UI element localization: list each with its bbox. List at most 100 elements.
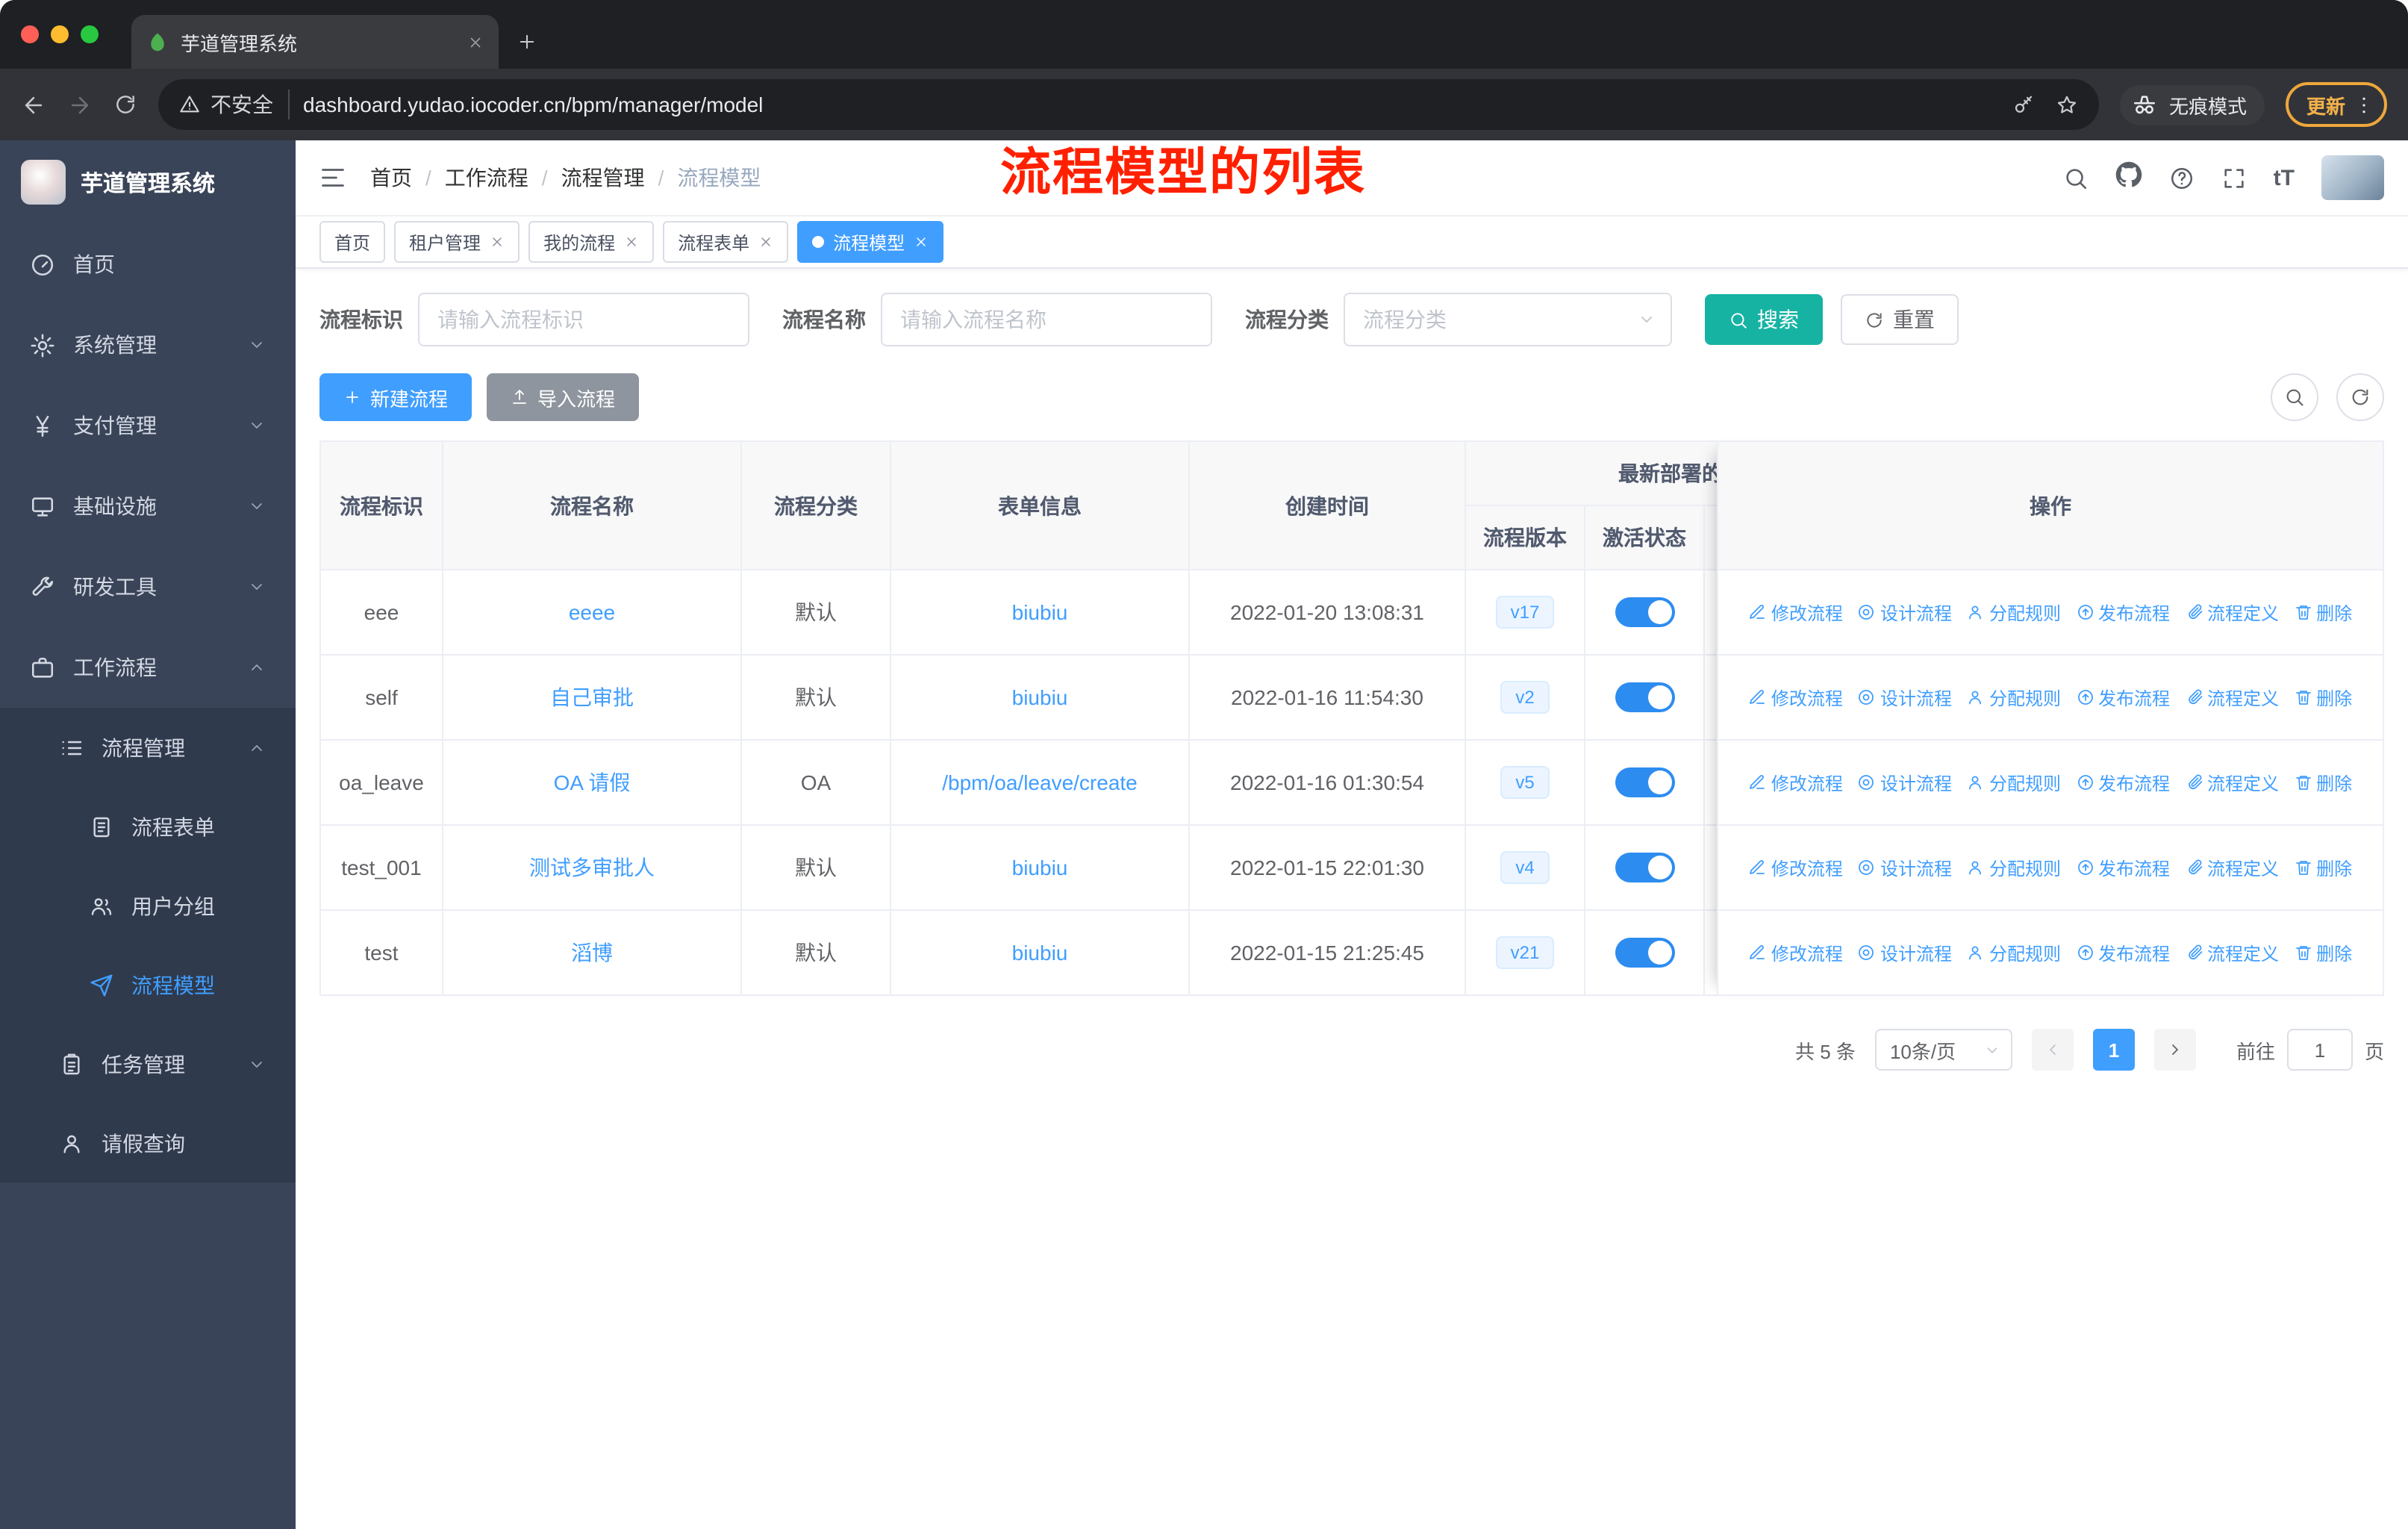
edit-process-link[interactable]: 修改流程 [1749,685,1843,710]
form-info-link[interactable]: biubiu [1012,856,1068,879]
back-button[interactable] [21,92,46,117]
publish-process-link[interactable]: 发布流程 [2076,940,2170,965]
browser-menu-icon[interactable] [2353,93,2375,116]
category-select[interactable]: 流程分类 [1344,293,1672,346]
sidebar-item-payment[interactable]: 支付管理 [0,385,296,466]
active-toggle[interactable] [1615,938,1674,968]
process-definition-link[interactable]: 流程定义 [2185,600,2279,625]
sidebar-item-devtools[interactable]: 研发工具 [0,546,296,627]
publish-process-link[interactable]: 发布流程 [2076,855,2170,880]
tag-tenant[interactable]: 租户管理 [394,221,520,263]
process-name-link[interactable]: OA 请假 [554,770,631,794]
publish-process-link[interactable]: 发布流程 [2076,685,2170,710]
delete-process-link[interactable]: 删除 [2294,940,2352,965]
form-info-link[interactable]: /bpm/oa/leave/create [942,770,1138,794]
sidebar-item-user-group[interactable]: 用户分组 [0,866,296,945]
toggle-search-button[interactable] [2271,373,2318,421]
tag-process-model[interactable]: 流程模型 [797,221,944,263]
search-icon[interactable] [2063,165,2089,190]
sidebar-item-process-form[interactable]: 流程表单 [0,787,296,866]
assign-rule-link[interactable]: 分配规则 [1967,600,2061,625]
maximize-window-button[interactable] [81,25,99,43]
new-tab-button[interactable] [499,15,555,69]
publish-process-link[interactable]: 发布流程 [2076,770,2170,795]
tag-home[interactable]: 首页 [319,221,386,263]
help-icon[interactable] [2169,165,2195,190]
edit-process-link[interactable]: 修改流程 [1749,855,1843,880]
browser-tab[interactable]: 芋道管理系统 [131,15,499,69]
sidebar-item-infra[interactable]: 基础设施 [0,466,296,546]
process-name-link[interactable]: 测试多审批人 [529,856,655,879]
minimize-window-button[interactable] [51,25,69,43]
edit-process-link[interactable]: 修改流程 [1749,940,1843,965]
active-toggle[interactable] [1615,767,1674,797]
reload-button[interactable] [113,93,137,116]
tag-process-form[interactable]: 流程表单 [663,221,789,263]
form-info-link[interactable]: biubiu [1012,600,1068,624]
assign-rule-link[interactable]: 分配规则 [1967,685,2061,710]
breadcrumb-item[interactable]: 首页 [370,163,412,193]
sidebar-item-home[interactable]: 首页 [0,224,296,305]
create-process-button[interactable]: 新建流程 [319,373,472,421]
close-icon[interactable] [758,234,773,249]
fullscreen-icon[interactable] [2221,165,2247,190]
edit-process-link[interactable]: 修改流程 [1749,770,1843,795]
import-process-button[interactable]: 导入流程 [487,373,640,421]
assign-rule-link[interactable]: 分配规则 [1967,940,2061,965]
update-button[interactable]: 更新 [2285,82,2387,127]
active-toggle[interactable] [1615,597,1674,627]
design-process-link[interactable]: 设计流程 [1858,770,1952,795]
sidebar-item-leave-query[interactable]: 请假查询 [0,1103,296,1183]
design-process-link[interactable]: 设计流程 [1858,940,1952,965]
publish-process-link[interactable]: 发布流程 [2076,600,2170,625]
tag-my-process[interactable]: 我的流程 [528,221,655,263]
page-button-1[interactable]: 1 [2092,1029,2135,1071]
process-definition-link[interactable]: 流程定义 [2185,685,2279,710]
close-icon[interactable] [490,234,505,249]
security-status[interactable]: 不安全 [179,90,290,119]
process-id-input[interactable] [418,293,749,346]
assign-rule-link[interactable]: 分配规则 [1967,855,2061,880]
reset-button[interactable]: 重置 [1841,294,1959,345]
github-icon[interactable] [2115,161,2142,195]
page-size-select[interactable]: 10条/页 [1874,1029,2012,1071]
next-page-button[interactable] [2153,1029,2196,1071]
delete-process-link[interactable]: 删除 [2294,770,2352,795]
forward-button[interactable] [67,92,93,117]
process-name-input[interactable] [881,293,1212,346]
sidebar-item-system[interactable]: 系统管理 [0,305,296,385]
sidebar-item-process-mgmt[interactable]: 流程管理 [0,708,296,787]
active-toggle[interactable] [1615,853,1674,882]
process-definition-link[interactable]: 流程定义 [2185,940,2279,965]
edit-process-link[interactable]: 修改流程 [1749,600,1843,625]
goto-page-input[interactable] [2286,1029,2353,1071]
bookmark-star-icon[interactable] [2056,93,2078,116]
process-definition-link[interactable]: 流程定义 [2185,855,2279,880]
design-process-link[interactable]: 设计流程 [1858,685,1952,710]
assign-rule-link[interactable]: 分配规则 [1967,770,2061,795]
design-process-link[interactable]: 设计流程 [1858,855,1952,880]
close-icon[interactable] [914,234,929,249]
form-info-link[interactable]: biubiu [1012,941,1068,965]
user-avatar[interactable] [2321,155,2384,200]
delete-process-link[interactable]: 删除 [2294,855,2352,880]
key-icon[interactable] [2012,93,2035,116]
breadcrumb-item[interactable]: 工作流程 [445,163,528,193]
active-toggle[interactable] [1615,682,1674,712]
process-name-link[interactable]: 自己审批 [550,685,634,709]
delete-process-link[interactable]: 删除 [2294,685,2352,710]
process-name-link[interactable]: 滔博 [571,941,613,965]
breadcrumb-item[interactable]: 流程管理 [561,163,645,193]
design-process-link[interactable]: 设计流程 [1858,600,1952,625]
sidebar-item-workflow[interactable]: 工作流程 [0,627,296,708]
sidebar-collapse-icon[interactable] [319,164,346,191]
close-icon[interactable] [624,234,639,249]
close-window-button[interactable] [21,25,39,43]
font-size-control[interactable]: tT [2274,165,2295,190]
prev-page-button[interactable] [2031,1029,2074,1071]
refresh-table-button[interactable] [2336,373,2384,421]
process-definition-link[interactable]: 流程定义 [2185,770,2279,795]
process-name-link[interactable]: eeee [569,600,615,624]
search-button[interactable]: 搜索 [1705,294,1823,345]
delete-process-link[interactable]: 删除 [2294,600,2352,625]
